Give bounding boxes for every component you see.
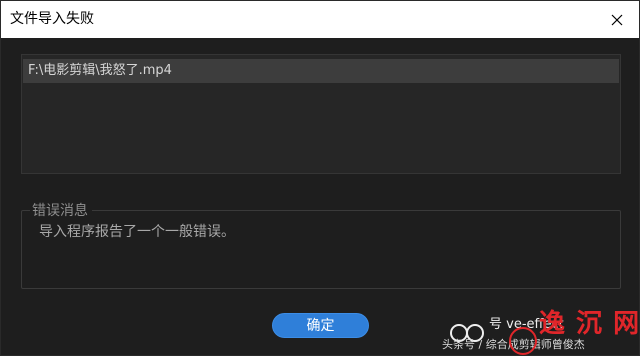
import-failed-dialog: 文件导入失败 F:\电影剪辑\我怒了.mp4 错误消息 导入程序报告了一个一般错… xyxy=(0,0,640,356)
watermark-brand: 逸 沉 网 xyxy=(539,309,640,339)
error-group-label: 错误消息 xyxy=(30,202,92,220)
close-button[interactable] xyxy=(595,1,639,38)
watermark-brand-mark xyxy=(509,327,537,355)
ok-button[interactable]: 确定 xyxy=(272,313,369,338)
error-message-text: 导入程序报告了一个一般错误。 xyxy=(39,224,235,240)
list-item[interactable]: F:\电影剪辑\我怒了.mp4 xyxy=(23,59,619,83)
title-bar: 文件导入失败 xyxy=(1,1,639,38)
failed-file-list[interactable]: F:\电影剪辑\我怒了.mp4 xyxy=(21,54,621,174)
dialog-title: 文件导入失败 xyxy=(10,11,94,27)
file-path: F:\电影剪辑\我怒了.mp4 xyxy=(28,63,172,78)
close-icon xyxy=(611,14,623,25)
error-message-group: 错误消息 导入程序报告了一个一般错误。 xyxy=(21,202,621,289)
